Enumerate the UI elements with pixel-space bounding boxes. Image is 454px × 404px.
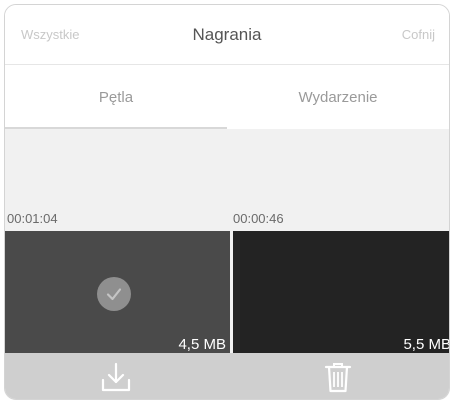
clip-time: 00:00:46 xyxy=(233,211,284,226)
tab-event[interactable]: Wydarzenie xyxy=(227,65,449,129)
bottom-toolbar xyxy=(5,353,449,399)
undo-button[interactable]: Cofnij xyxy=(402,27,435,42)
download-button[interactable] xyxy=(5,353,227,399)
header-bar: Wszystkie Nagrania Cofnij xyxy=(5,5,449,65)
checkmark-icon xyxy=(106,288,122,301)
download-icon xyxy=(101,362,131,392)
selected-check-icon[interactable] xyxy=(97,277,131,311)
trash-icon xyxy=(324,363,352,393)
clip-thumbnail[interactable]: 5,5 MB xyxy=(233,231,450,355)
recordings-list: 00:01:04 00:00:46 4,5 MB 5,5 MB xyxy=(5,129,450,355)
clip-size: 5,5 MB xyxy=(403,336,450,353)
tab-bar: Pętla Wydarzenie xyxy=(5,65,449,129)
clip-size: 4,5 MB xyxy=(178,336,226,353)
tab-loop[interactable]: Pętla xyxy=(5,65,227,129)
clip-time: 00:01:04 xyxy=(7,211,58,226)
clip-thumbnail[interactable]: 4,5 MB xyxy=(5,231,230,355)
delete-button[interactable] xyxy=(227,353,449,399)
select-all-button[interactable]: Wszystkie xyxy=(21,27,80,42)
app-window: Wszystkie Nagrania Cofnij Pętla Wydarzen… xyxy=(4,4,450,400)
